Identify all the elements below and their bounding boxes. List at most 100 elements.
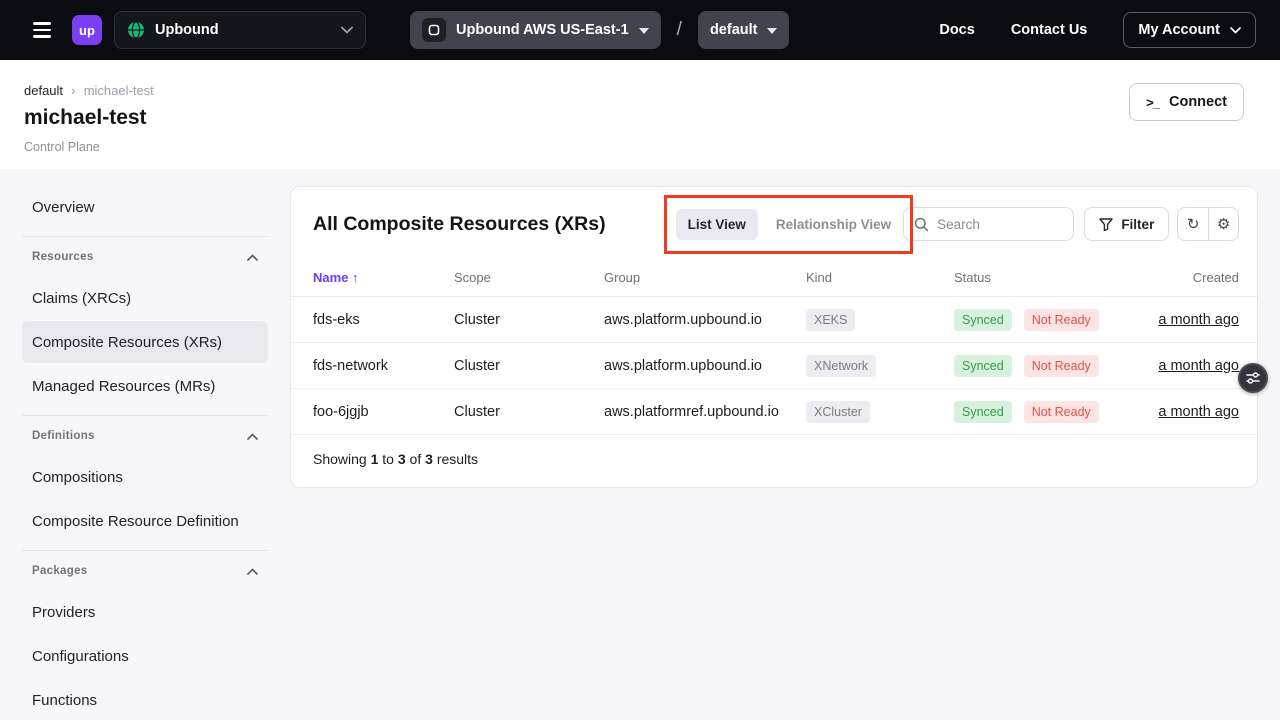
sidebar-item-compositions[interactable]: Compositions [22, 456, 268, 498]
synced-badge: Synced [954, 309, 1012, 331]
table-row[interactable]: fds-network Cluster aws.platform.upbound… [291, 343, 1257, 389]
search-input[interactable] [937, 217, 1063, 232]
space-icon [422, 18, 446, 42]
contact-us-link[interactable]: Contact Us [1011, 22, 1088, 38]
gear-icon: ⚙ [1217, 215, 1230, 233]
sidebar: Overview Resources Claims (XRCs) Composi… [22, 186, 268, 720]
results-total: 3 [425, 451, 433, 467]
breadcrumb-current: michael-test [84, 83, 154, 98]
table-header-row: Name ↑ Scope Group Kind Status Created [291, 259, 1257, 297]
page-subtitle: Control Plane [24, 140, 1244, 154]
sidebar-section-resources[interactable]: Resources [22, 237, 268, 277]
page-header: default › michael-test michael-test Cont… [0, 60, 1280, 169]
globe-icon [127, 21, 145, 39]
table-footer: Showing 1 to 3 of 3 results [291, 435, 1257, 487]
breadcrumb-root[interactable]: default [24, 83, 63, 98]
refresh-icon: ↻ [1187, 215, 1200, 233]
results-from: 1 [371, 451, 379, 467]
refresh-button[interactable]: ↻ [1178, 208, 1208, 240]
content-area: Overview Resources Claims (XRCs) Composi… [0, 169, 1280, 720]
connect-button-label: Connect [1169, 94, 1227, 110]
created-link[interactable]: a month ago [1158, 312, 1239, 328]
synced-badge: Synced [954, 401, 1012, 423]
cell-name: fds-network [313, 358, 454, 374]
sidebar-section-title: Resources [32, 251, 94, 263]
sidebar-item-composite-resource-definition[interactable]: Composite Resource Definition [22, 500, 268, 542]
chevron-up-icon [247, 427, 258, 445]
org-switcher-dropdown[interactable]: Upbound [114, 11, 366, 49]
org-switcher-label: Upbound [155, 22, 219, 38]
not-ready-badge: Not Ready [1024, 309, 1099, 331]
sidebar-section-title: Definitions [32, 430, 95, 442]
sidebar-item-overview[interactable]: Overview [22, 186, 268, 228]
tab-relationship-view[interactable]: Relationship View [764, 209, 903, 240]
kind-badge: XCluster [806, 401, 870, 423]
hamburger-menu-button[interactable] [24, 12, 60, 48]
connect-button[interactable]: >_ Connect [1129, 83, 1244, 121]
kind-badge: XNetwork [806, 355, 876, 377]
hamburger-icon [33, 22, 51, 38]
column-header-scope[interactable]: Scope [454, 270, 604, 285]
kind-badge: XEKS [806, 309, 855, 331]
card-title: All Composite Resources (XRs) [313, 213, 606, 236]
terminal-icon: >_ [1146, 95, 1159, 110]
caret-down-icon [767, 22, 777, 38]
not-ready-badge: Not Ready [1024, 355, 1099, 377]
sidebar-item-configurations[interactable]: Configurations [22, 635, 268, 677]
toolbar-icon-group: ↻ ⚙ [1177, 207, 1239, 241]
space-switcher-label: Upbound AWS US-East-1 [456, 22, 629, 38]
cell-group: aws.platform.upbound.io [604, 358, 806, 374]
results-to: 3 [398, 451, 406, 467]
breadcrumb: default › michael-test [24, 82, 1244, 98]
filter-button-label: Filter [1121, 217, 1154, 232]
sidebar-section-title: Packages [32, 565, 87, 577]
sort-arrow-icon: ↑ [352, 270, 359, 285]
created-link[interactable]: a month ago [1158, 404, 1239, 420]
breadcrumb-separator-icon: › [71, 82, 76, 98]
filter-icon [1099, 218, 1113, 231]
created-link[interactable]: a month ago [1158, 358, 1239, 374]
cell-group: aws.platformref.upbound.io [604, 404, 806, 420]
sliders-icon [1246, 371, 1260, 385]
not-ready-badge: Not Ready [1024, 401, 1099, 423]
chevron-up-icon [247, 562, 258, 580]
table-row[interactable]: fds-eks Cluster aws.platform.upbound.io … [291, 297, 1257, 343]
my-account-button[interactable]: My Account [1123, 12, 1256, 48]
docs-link[interactable]: Docs [939, 22, 974, 38]
topbar: up Upbound Upbound AWS US-East-1 / defau… [0, 0, 1280, 60]
column-header-name[interactable]: Name ↑ [313, 270, 454, 285]
sidebar-item-composite-resources[interactable]: Composite Resources (XRs) [22, 321, 268, 363]
column-header-status[interactable]: Status [954, 270, 1149, 285]
filter-button[interactable]: Filter [1084, 207, 1169, 241]
cell-scope: Cluster [454, 358, 604, 374]
synced-badge: Synced [954, 355, 1012, 377]
my-account-label: My Account [1138, 22, 1220, 38]
chevron-up-icon [247, 248, 258, 266]
floating-widget-button[interactable] [1238, 363, 1268, 393]
column-header-created[interactable]: Created [1149, 270, 1239, 285]
cell-scope: Cluster [454, 404, 604, 420]
sidebar-item-providers[interactable]: Providers [22, 591, 268, 633]
cell-name: foo-6jgjb [313, 404, 454, 420]
cell-name: fds-eks [313, 312, 454, 328]
page-title: michael-test [24, 106, 1244, 130]
sidebar-item-claims[interactable]: Claims (XRCs) [22, 277, 268, 319]
space-switcher-dropdown[interactable]: Upbound AWS US-East-1 [410, 11, 661, 49]
settings-button[interactable]: ⚙ [1208, 208, 1238, 240]
composite-resources-card: All Composite Resources (XRs) List View … [290, 186, 1258, 488]
sidebar-section-packages[interactable]: Packages [22, 551, 268, 591]
chevron-down-icon [1230, 22, 1241, 38]
search-icon [914, 217, 929, 232]
group-switcher-dropdown[interactable]: default [698, 11, 790, 49]
tab-list-view[interactable]: List View [676, 209, 758, 240]
caret-down-icon [639, 22, 649, 38]
column-header-kind[interactable]: Kind [806, 270, 954, 285]
sidebar-item-managed-resources[interactable]: Managed Resources (MRs) [22, 365, 268, 407]
table-row[interactable]: foo-6jgjb Cluster aws.platformref.upboun… [291, 389, 1257, 435]
sidebar-item-functions[interactable]: Functions [22, 679, 268, 720]
group-switcher-label: default [710, 22, 758, 38]
sidebar-section-definitions[interactable]: Definitions [22, 416, 268, 456]
upbound-logo[interactable]: up [72, 15, 102, 45]
view-tabs: List View Relationship View [676, 209, 904, 240]
column-header-group[interactable]: Group [604, 270, 806, 285]
